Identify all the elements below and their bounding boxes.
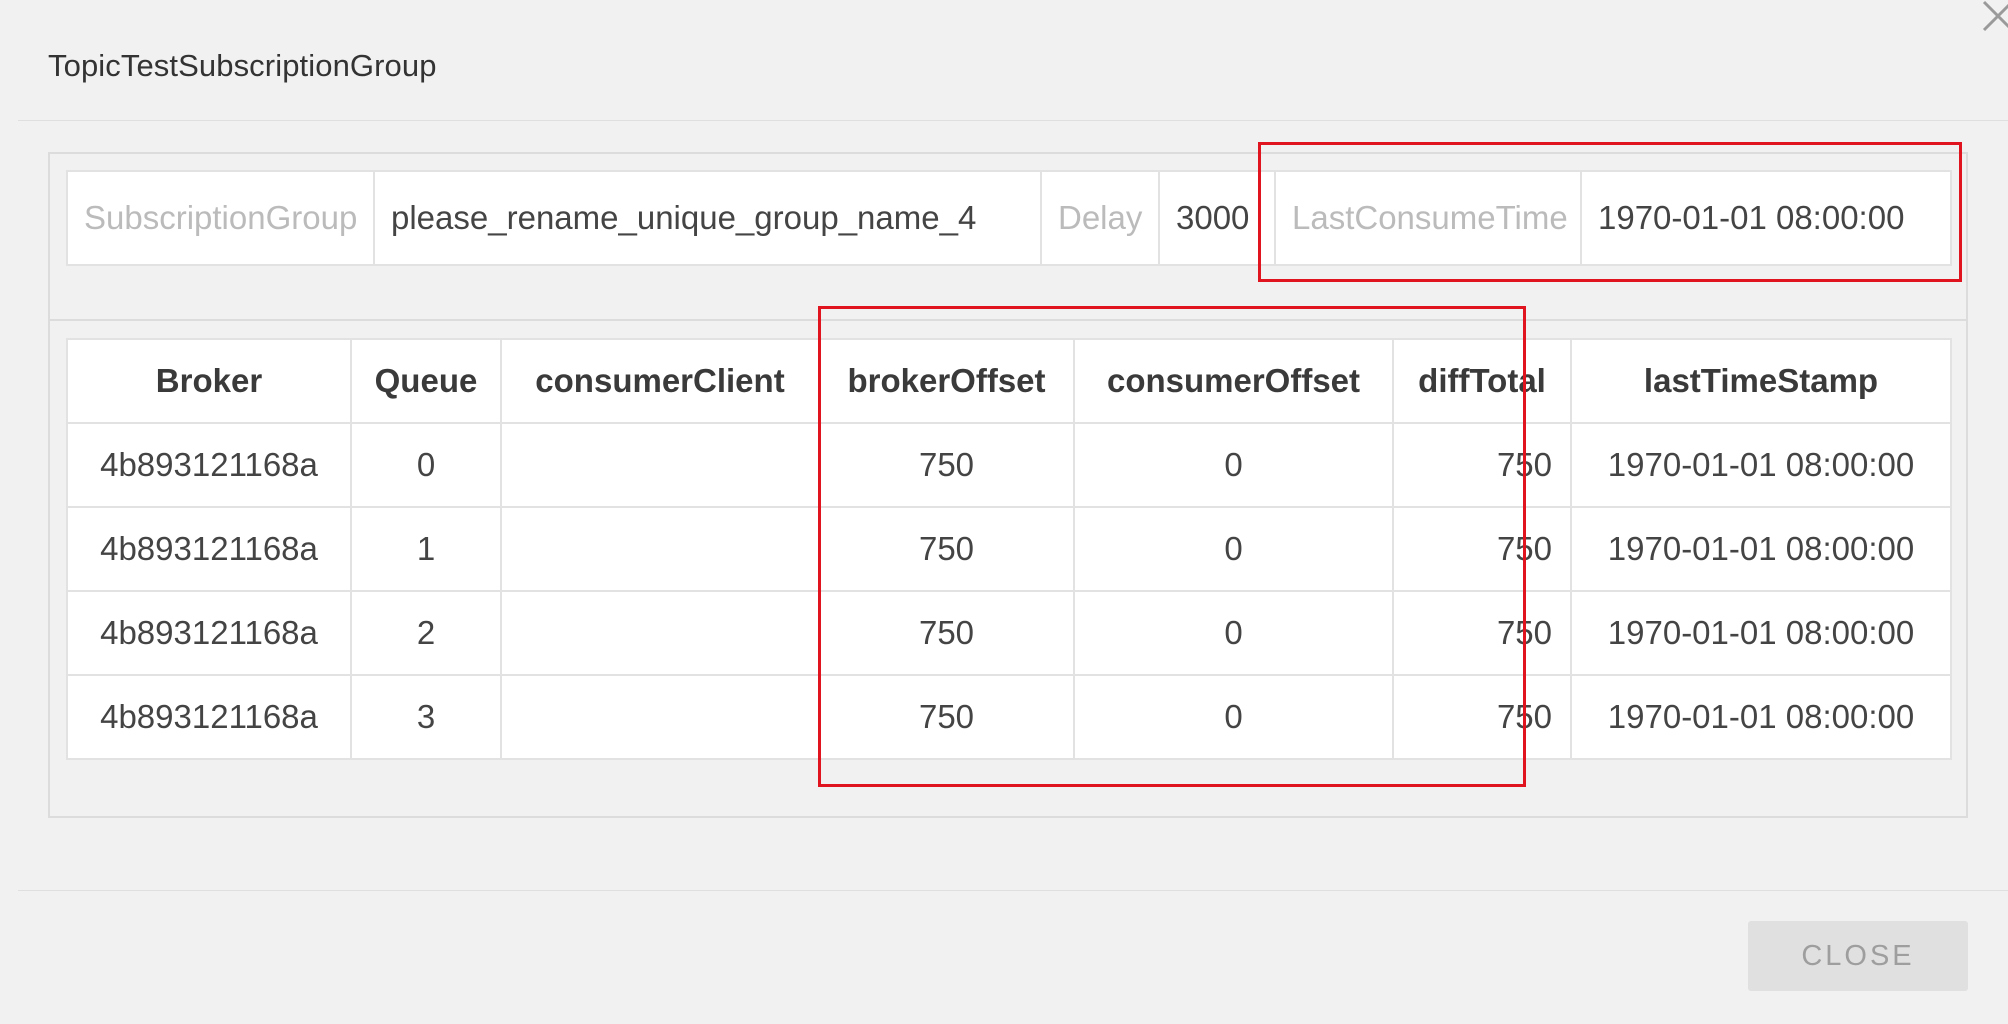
column-header-consumer-offset: consumerOffset — [1073, 338, 1394, 424]
info-row: SubscriptionGroup please_rename_unique_g… — [66, 170, 1952, 266]
cell-broker-offset: 750 — [818, 422, 1075, 508]
cell-last-timestamp: 1970-01-01 08:00:00 — [1570, 590, 1952, 676]
dialog-title: TopicTestSubscriptionGroup — [48, 48, 437, 83]
consumer-detail-dialog: TopicTestSubscriptionGroup SubscriptionG… — [0, 0, 2008, 1024]
cell-consumer-offset: 0 — [1073, 506, 1394, 592]
column-header-broker-offset: brokerOffset — [818, 338, 1075, 424]
cell-broker: 4b893121168a — [66, 422, 352, 508]
delay-label: Delay — [1040, 170, 1160, 266]
cell-queue: 1 — [350, 506, 502, 592]
table-row: 4b893121168a 2 750 0 750 1970-01-01 08:0… — [66, 590, 1952, 676]
cell-last-timestamp: 1970-01-01 08:00:00 — [1570, 422, 1952, 508]
cell-consumer-client — [500, 674, 820, 760]
cell-consumer-offset: 0 — [1073, 590, 1394, 676]
cell-diff-total: 750 — [1392, 674, 1572, 760]
cell-queue: 3 — [350, 674, 502, 760]
cell-diff-total: 750 — [1392, 590, 1572, 676]
footer-divider — [18, 890, 2008, 891]
table-row: 4b893121168a 0 750 0 750 1970-01-01 08:0… — [66, 422, 1952, 508]
column-header-broker: Broker — [66, 338, 352, 424]
table-row: 4b893121168a 1 750 0 750 1970-01-01 08:0… — [66, 506, 1952, 592]
subscription-info-table: SubscriptionGroup please_rename_unique_g… — [66, 170, 1952, 266]
cell-diff-total: 750 — [1392, 422, 1572, 508]
cell-broker: 4b893121168a — [66, 674, 352, 760]
panel-separator — [48, 319, 1968, 321]
cell-consumer-client — [500, 590, 820, 676]
cell-queue: 0 — [350, 422, 502, 508]
last-consume-time-value: 1970-01-01 08:00:00 — [1580, 170, 1952, 266]
column-header-consumer-client: consumerClient — [500, 338, 820, 424]
cell-diff-total: 750 — [1392, 506, 1572, 592]
cell-queue: 2 — [350, 590, 502, 676]
cell-broker-offset: 750 — [818, 506, 1075, 592]
subscription-group-label: SubscriptionGroup — [66, 170, 375, 266]
cell-broker: 4b893121168a — [66, 506, 352, 592]
consumer-offset-table: Broker Queue consumerClient brokerOffset… — [66, 338, 1952, 760]
close-button[interactable]: CLOSE — [1748, 921, 1968, 991]
cell-consumer-client — [500, 422, 820, 508]
cell-consumer-offset: 0 — [1073, 674, 1394, 760]
cell-consumer-client — [500, 506, 820, 592]
last-consume-time-label: LastConsumeTime — [1274, 170, 1582, 266]
cell-broker-offset: 750 — [818, 590, 1075, 676]
table-header-row: Broker Queue consumerClient brokerOffset… — [66, 338, 1952, 424]
delay-value: 3000 — [1158, 170, 1276, 266]
cell-consumer-offset: 0 — [1073, 422, 1394, 508]
subscription-group-value: please_rename_unique_group_name_4 — [373, 170, 1042, 266]
cell-last-timestamp: 1970-01-01 08:00:00 — [1570, 674, 1952, 760]
title-divider — [18, 120, 2008, 121]
cell-broker-offset: 750 — [818, 674, 1075, 760]
column-header-last-timestamp: lastTimeStamp — [1570, 338, 1952, 424]
column-header-diff-total: diffTotal — [1392, 338, 1572, 424]
column-header-queue: Queue — [350, 338, 502, 424]
table-row: 4b893121168a 3 750 0 750 1970-01-01 08:0… — [66, 674, 1952, 760]
cell-broker: 4b893121168a — [66, 590, 352, 676]
cell-last-timestamp: 1970-01-01 08:00:00 — [1570, 506, 1952, 592]
close-icon[interactable] — [1978, 0, 2008, 34]
